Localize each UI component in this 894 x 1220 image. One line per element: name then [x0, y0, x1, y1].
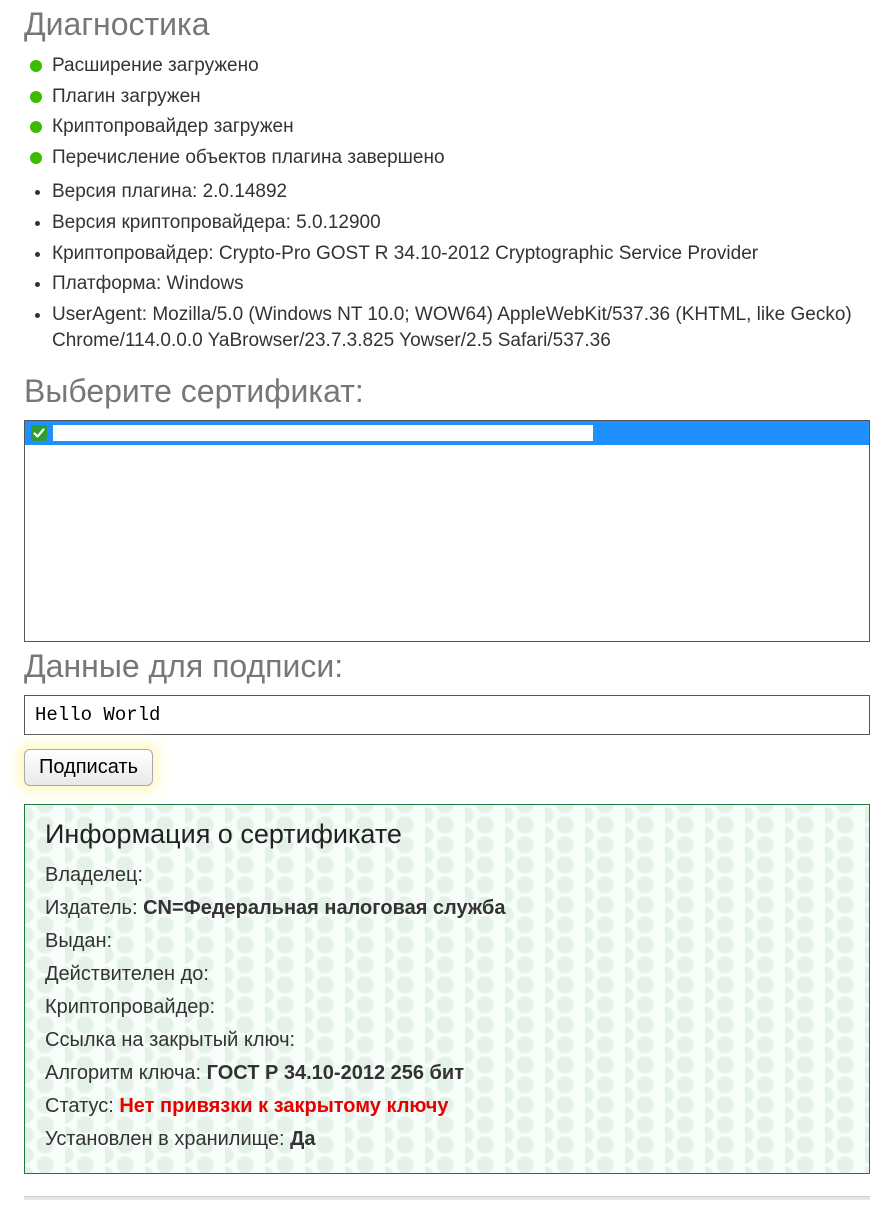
cert-privkey-row: Ссылка на закрытый ключ:	[45, 1025, 849, 1055]
status-ok-icon	[30, 91, 42, 103]
status-text: Плагин загружен	[52, 86, 201, 107]
certificate-name-redacted	[53, 425, 593, 441]
certificate-option-selected[interactable]	[25, 421, 869, 445]
cert-issued-row: Выдан:	[45, 926, 849, 956]
cert-owner-row: Владелец:	[45, 860, 849, 890]
cert-csp-row: Криптопровайдер:	[45, 992, 849, 1022]
sign-data-heading: Данные для подписи:	[24, 648, 870, 685]
diagnostics-status-list: Расширение загружено Плагин загружен Кри…	[24, 53, 870, 171]
cert-status-value: Нет привязки к закрытому ключу	[119, 1095, 448, 1117]
info-item: Платформа: Windows	[52, 271, 870, 298]
cert-status-row: Статус: Нет привязки к закрытому ключу	[45, 1091, 849, 1121]
certificate-listbox[interactable]	[24, 420, 870, 642]
cert-valid-label: Действителен до:	[45, 963, 209, 985]
cert-store-value: Да	[290, 1128, 315, 1150]
status-item: Криптопровайдер загружен	[30, 114, 870, 141]
status-text: Расширение загружено	[52, 55, 259, 76]
cert-issuer-label: Издатель:	[45, 897, 138, 919]
checkmark-icon	[31, 425, 47, 441]
cert-issuer-row: Издатель: CN=Федеральная налоговая служб…	[45, 893, 849, 923]
status-item: Расширение загружено	[30, 53, 870, 80]
status-item: Перечисление объектов плагина завершено	[30, 145, 870, 172]
info-item: Криптопровайдер: Crypto-Pro GOST R 34.10…	[52, 241, 870, 268]
diagnostics-info-list: Версия плагина: 2.0.14892 Версия криптоп…	[24, 179, 870, 355]
cert-store-row: Установлен в хранилище: Да	[45, 1124, 849, 1154]
info-item: UserAgent: Mozilla/5.0 (Windows NT 10.0;…	[52, 302, 870, 355]
cert-csp-label: Криптопровайдер:	[45, 996, 215, 1018]
cert-store-label: Установлен в хранилище:	[45, 1128, 285, 1150]
cert-issuer-value: CN=Федеральная налоговая служба	[143, 897, 505, 919]
select-cert-heading: Выберите сертификат:	[24, 373, 870, 410]
diagnostics-heading: Диагностика	[24, 6, 870, 43]
cert-algo-row: Алгоритм ключа: ГОСТ Р 34.10-2012 256 би…	[45, 1058, 849, 1088]
sign-data-input[interactable]	[24, 695, 870, 735]
certificate-info-panel: Информация о сертификате Владелец: Издат…	[24, 804, 870, 1174]
status-text: Перечисление объектов плагина завершено	[52, 147, 445, 168]
sign-button[interactable]: Подписать	[24, 749, 153, 786]
status-ok-icon	[30, 60, 42, 72]
cert-algo-value: ГОСТ Р 34.10-2012 256 бит	[207, 1062, 464, 1084]
footer-separator	[24, 1196, 870, 1200]
cert-owner-label: Владелец:	[45, 864, 143, 886]
cert-valid-row: Действителен до:	[45, 959, 849, 989]
cert-privkey-label: Ссылка на закрытый ключ:	[45, 1029, 295, 1051]
info-item: Версия плагина: 2.0.14892	[52, 179, 870, 206]
status-ok-icon	[30, 152, 42, 164]
status-item: Плагин загружен	[30, 84, 870, 111]
cert-info-title: Информация о сертификате	[45, 819, 849, 850]
status-ok-icon	[30, 121, 42, 133]
cert-algo-label: Алгоритм ключа:	[45, 1062, 201, 1084]
status-text: Криптопровайдер загружен	[52, 116, 294, 137]
info-item: Версия криптопровайдера: 5.0.12900	[52, 210, 870, 237]
cert-status-label: Статус:	[45, 1095, 114, 1117]
cert-issued-label: Выдан:	[45, 930, 112, 952]
